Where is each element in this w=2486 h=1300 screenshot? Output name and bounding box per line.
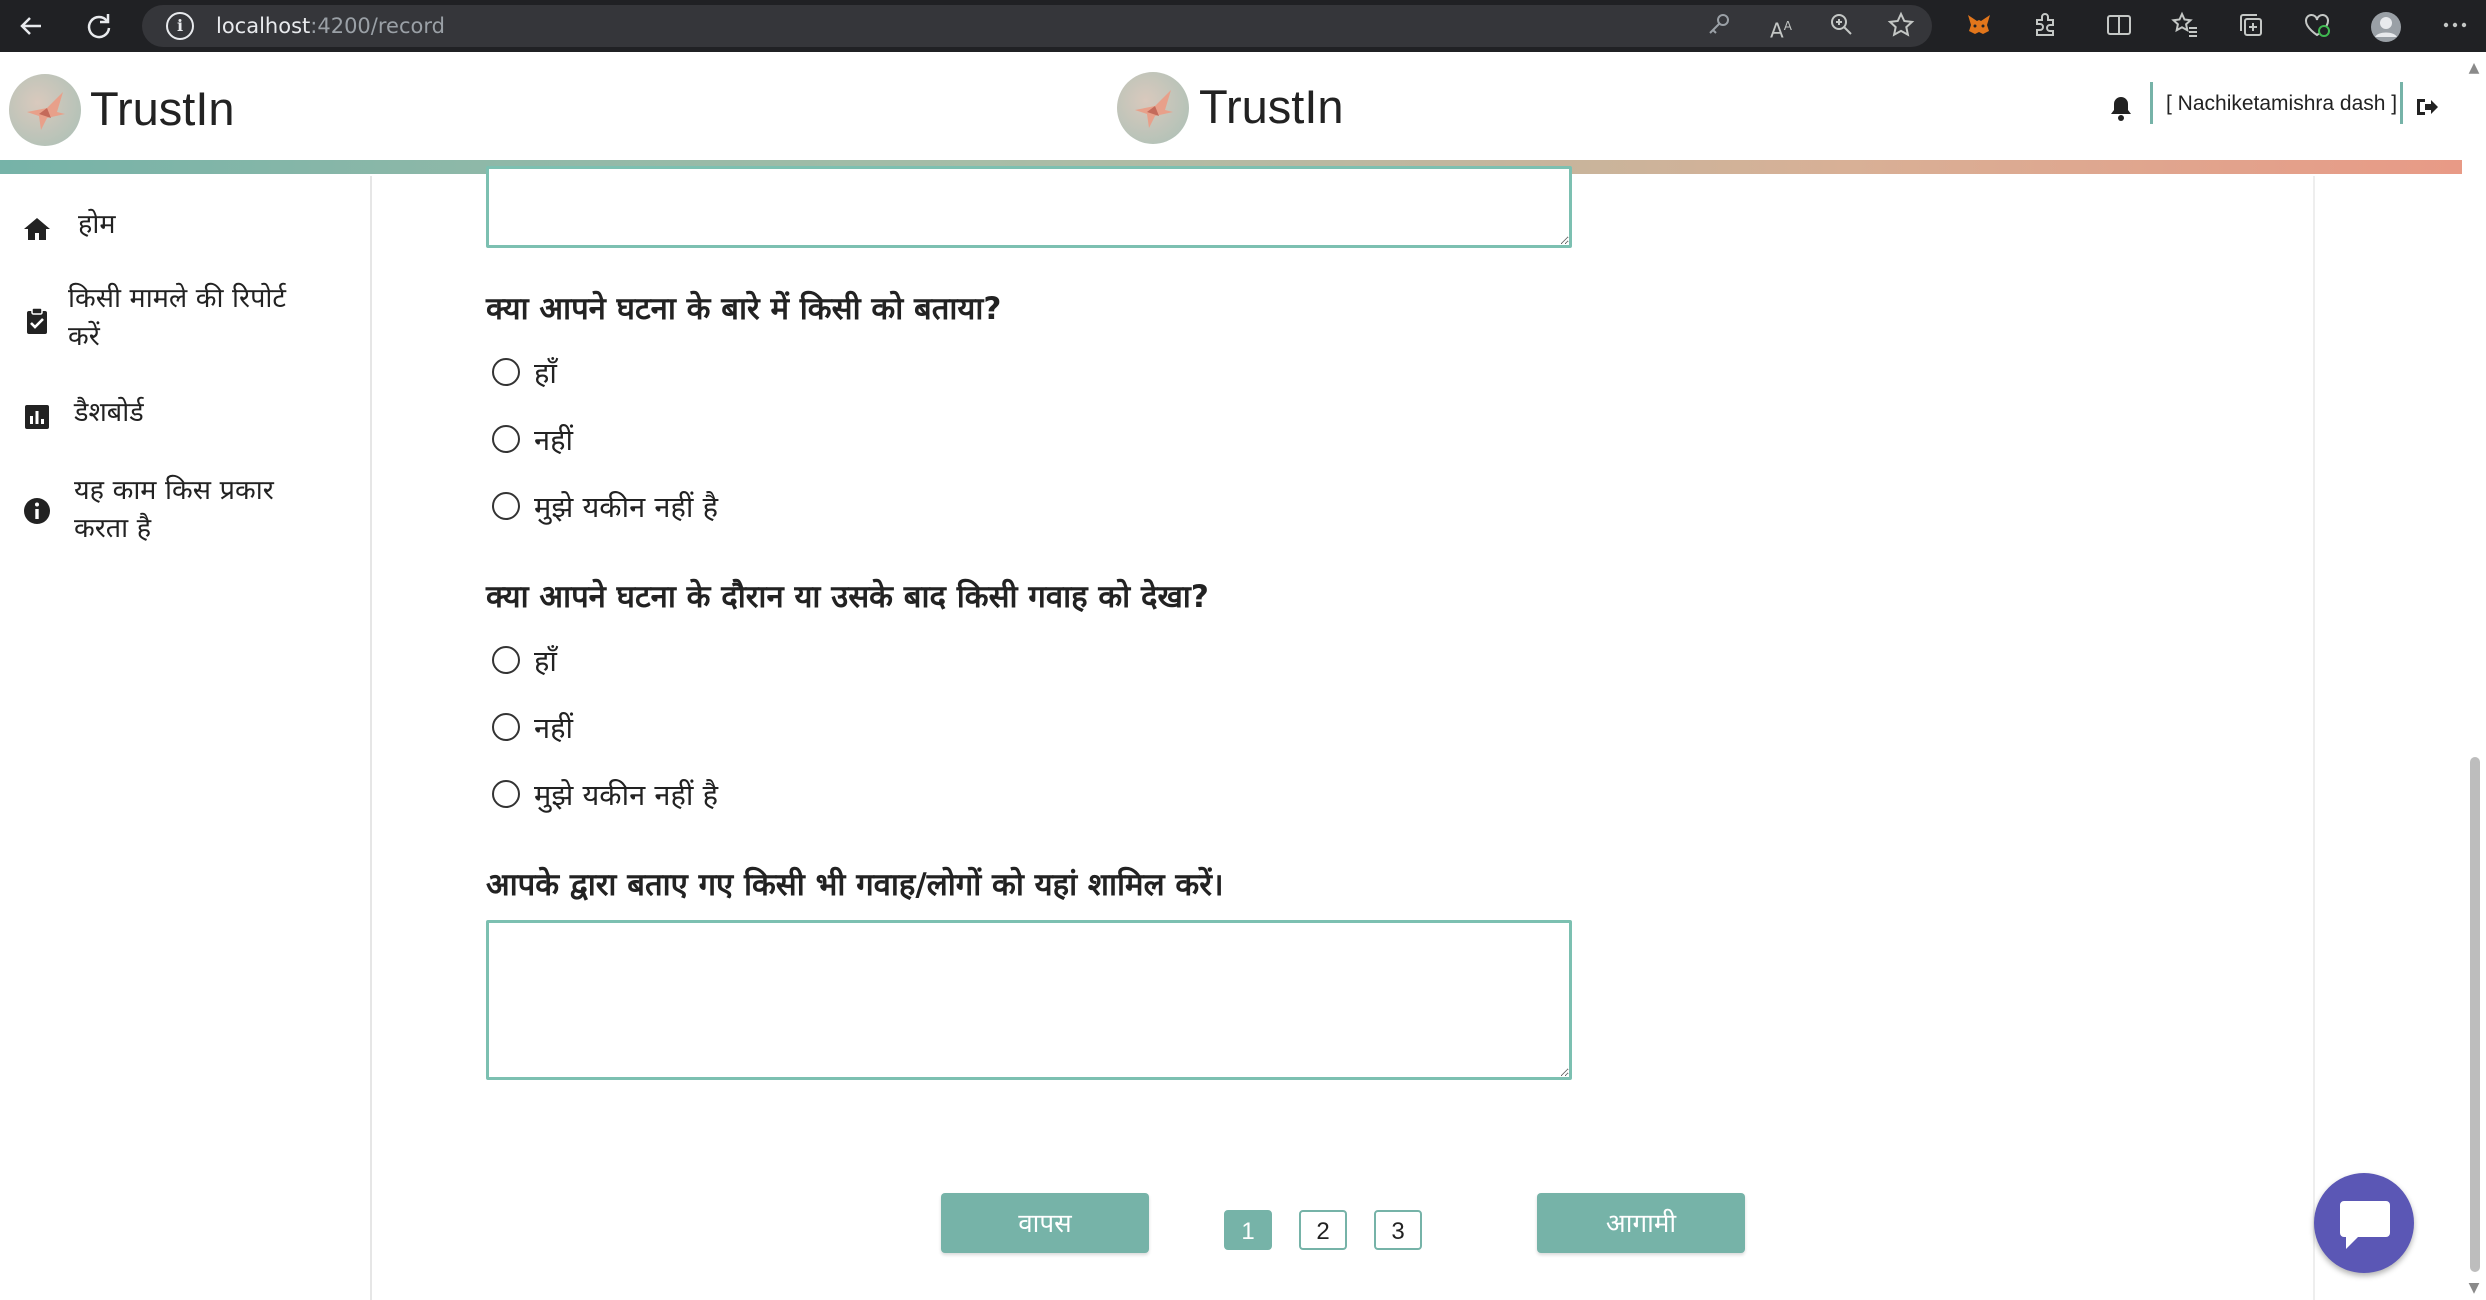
- metamask-fox-icon[interactable]: [1964, 11, 1994, 41]
- scroll-up-arrow-icon[interactable]: ▲: [2466, 60, 2482, 76]
- question-told-anyone: क्या आपने घटना के बारे में किसी को बताया…: [486, 291, 1002, 327]
- favorite-star-icon[interactable]: [1886, 11, 1916, 41]
- radio-button[interactable]: [492, 358, 520, 386]
- sidebar-item-label-line2: करता है: [74, 513, 152, 544]
- sidebar-item-dashboard[interactable]: डैशबोर्ड: [0, 394, 370, 444]
- radio-label: नहीं: [534, 422, 574, 457]
- back-button[interactable]: वापस: [941, 1193, 1149, 1253]
- brand-name-left[interactable]: TrustIn: [90, 81, 235, 136]
- radio-button[interactable]: [492, 492, 520, 520]
- brand-name-center: TrustIn: [1199, 80, 1344, 133]
- sidebar-item-report-case[interactable]: किसी मामले की रिपोर्ट करें: [0, 280, 370, 360]
- radio-button[interactable]: [492, 780, 520, 808]
- scroll-down-arrow-icon[interactable]: ▼: [2466, 1280, 2482, 1296]
- radio-option-no[interactable]: नहीं: [492, 707, 573, 747]
- address-bar[interactable]: i localhost:4200/record AA: [142, 5, 1932, 47]
- trustin-logo-icon[interactable]: [9, 74, 81, 146]
- notification-bell-icon[interactable]: [2108, 94, 2134, 122]
- sidebar-nav: होम किसी मामले की रिपोर्ट करें डैशबोर्ड …: [0, 176, 372, 1300]
- sidebar-item-label: डैशबोर्ड: [74, 397, 144, 428]
- radio-option-not-sure[interactable]: मुझे यकीन नहीं है: [492, 486, 718, 526]
- site-info-icon[interactable]: i: [166, 12, 194, 40]
- sidebar-item-label-line2: करें: [68, 321, 100, 352]
- home-icon: [24, 218, 50, 240]
- logout-icon[interactable]: [2413, 94, 2439, 120]
- radio-button[interactable]: [492, 713, 520, 741]
- chat-button[interactable]: [2314, 1173, 2414, 1273]
- key-icon[interactable]: [1704, 11, 1734, 41]
- url-text: localhost:4200/record: [216, 14, 445, 38]
- back-arrow-icon[interactable]: [16, 11, 46, 41]
- radio-option-yes[interactable]: हाँ: [492, 640, 557, 680]
- browser-toolbar: i localhost:4200/record AA: [0, 0, 2486, 52]
- sidebar-item-label: किसी मामले की रिपोर्ट: [68, 283, 287, 314]
- sidebar-item-label: होम: [78, 209, 116, 240]
- header-divider: [2150, 82, 2153, 124]
- sidebar-item-label: यह काम किस प्रकार: [74, 475, 274, 506]
- page-3-button[interactable]: 3: [1374, 1210, 1422, 1250]
- trustin-logo-center-icon: [1117, 72, 1189, 144]
- next-button[interactable]: आगामी: [1537, 1193, 1745, 1253]
- radio-label: मुझे यकीन नहीं है: [534, 489, 719, 524]
- page-2-button[interactable]: 2: [1299, 1210, 1347, 1250]
- radio-label: हाँ: [534, 643, 557, 678]
- page-1-button[interactable]: 1: [1224, 1210, 1272, 1250]
- zoom-icon[interactable]: [1826, 11, 1856, 41]
- info-icon: [24, 498, 50, 524]
- radio-button[interactable]: [492, 646, 520, 674]
- previous-answer-textarea[interactable]: [486, 166, 1572, 248]
- header-divider: [2400, 82, 2403, 124]
- chat-bubble-icon: [2340, 1201, 2390, 1249]
- radio-label: मुझे यकीन नहीं है: [534, 777, 719, 812]
- collections-icon[interactable]: [2236, 11, 2266, 41]
- extensions-icon[interactable]: [2030, 11, 2060, 41]
- sidebar-item-home[interactable]: होम: [0, 206, 370, 256]
- question-include-witnesses: आपके द्वारा बताए गए किसी भी गवाह/लोगों क…: [486, 867, 1224, 903]
- split-screen-icon[interactable]: [2104, 11, 2134, 41]
- scrollbar-thumb[interactable]: [2470, 757, 2480, 1272]
- favorites-icon[interactable]: [2170, 11, 2200, 41]
- browser-essentials-icon[interactable]: [2302, 11, 2332, 41]
- radio-option-not-sure[interactable]: मुझे यकीन नहीं है: [492, 774, 718, 814]
- bar-chart-icon: [25, 405, 49, 429]
- more-options-icon[interactable]: [2440, 11, 2470, 41]
- witnesses-textarea[interactable]: [486, 920, 1572, 1080]
- clipboard-check-icon: [27, 307, 47, 334]
- sidebar-item-how-it-works[interactable]: यह काम किस प्रकार करता है: [0, 472, 370, 552]
- radio-button[interactable]: [492, 425, 520, 453]
- reload-icon[interactable]: [84, 11, 114, 41]
- radio-label: नहीं: [534, 710, 574, 745]
- app-header: TrustIn TrustIn [ Nachiketamishra dash ]: [0, 52, 2462, 176]
- radio-option-no[interactable]: नहीं: [492, 419, 573, 459]
- question-saw-witness: क्या आपने घटना के दौरान या उसके बाद किसी…: [486, 579, 1209, 615]
- profile-avatar-icon[interactable]: [2370, 11, 2401, 42]
- radio-option-yes[interactable]: हाँ: [492, 352, 557, 392]
- content-right-border: [2313, 176, 2315, 1300]
- read-aloud-icon[interactable]: AA: [1766, 11, 1796, 43]
- radio-label: हाँ: [534, 355, 557, 390]
- user-name[interactable]: [ Nachiketamishra dash ]: [2166, 92, 2397, 116]
